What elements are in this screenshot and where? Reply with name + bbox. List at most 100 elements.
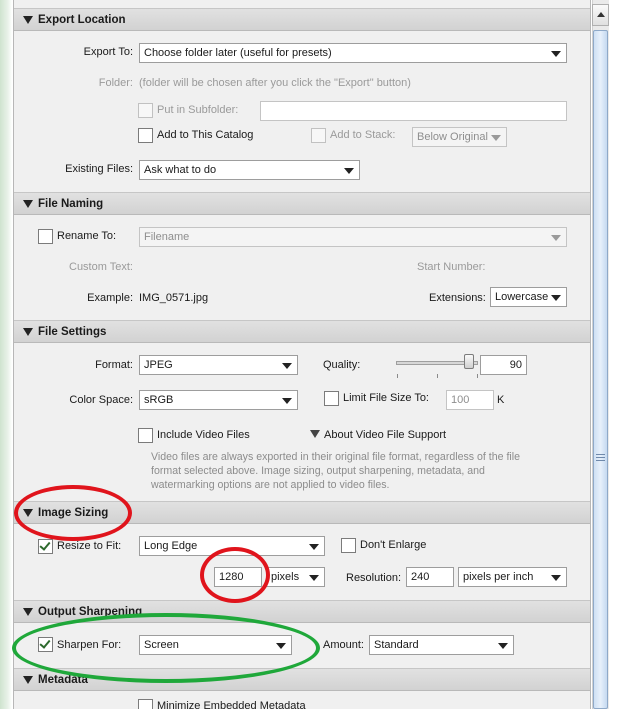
limit-file-size-input[interactable]: 100 [446, 390, 494, 410]
amount-select[interactable]: Standard [369, 635, 514, 655]
put-in-subfolder-checkbox[interactable] [138, 103, 153, 118]
add-to-catalog-checkbox[interactable] [138, 128, 153, 143]
limit-file-size-unit: K [497, 394, 505, 406]
section-title: Image Sizing [38, 507, 109, 519]
rename-template-select[interactable]: Filename [139, 227, 567, 247]
extensions-label: Extensions: [429, 292, 486, 304]
dropdown-arrow-icon [344, 168, 354, 174]
file-settings-header[interactable]: File Settings [14, 320, 590, 343]
scroll-up-button[interactable] [592, 4, 609, 26]
custom-text-label: Custom Text: [69, 261, 133, 273]
sharpen-for-select[interactable]: Screen [139, 635, 292, 655]
resize-mode-value: Long Edge [144, 540, 198, 552]
quality-slider-thumb[interactable] [464, 354, 474, 369]
dropdown-arrow-icon [282, 363, 292, 369]
folder-label: Folder: [98, 77, 133, 89]
format-label: Format: [95, 359, 133, 371]
amount-label: Amount: [323, 639, 364, 651]
sharpen-for-checkbox[interactable] [38, 637, 53, 652]
size-input[interactable]: 1280 [214, 567, 262, 587]
image-sizing-header[interactable]: Image Sizing [14, 501, 590, 524]
export-to-value: Choose folder later (useful for presets) [144, 47, 332, 59]
existing-files-select[interactable]: Ask what to do [139, 160, 360, 180]
resize-mode-select[interactable]: Long Edge [139, 536, 325, 556]
rename-template-value: Filename [144, 231, 190, 243]
export-to-label: Export To: [83, 46, 133, 58]
limit-file-size-checkbox[interactable] [324, 391, 339, 406]
about-video-support-toggle[interactable]: About Video File Support [324, 429, 446, 441]
slider-tick [397, 374, 398, 378]
slider-tick [437, 374, 438, 378]
extensions-select[interactable]: Lowercase [490, 287, 567, 307]
slider-tick [477, 374, 478, 378]
dropdown-arrow-icon [551, 575, 561, 581]
resolution-label: Resolution: [346, 572, 402, 584]
output-sharpening-header[interactable]: Output Sharpening [14, 600, 590, 623]
disclosure-triangle-icon [23, 328, 33, 336]
folder-value: (folder will be chosen after you click t… [139, 77, 411, 89]
stack-position-value: Below Original [417, 131, 488, 143]
resolution-input[interactable]: 240 [406, 567, 454, 587]
section-title: Export Location [38, 14, 126, 26]
export-settings-panel: Export Location Export To: Choose folder… [13, 0, 591, 709]
color-space-label: Color Space: [69, 394, 133, 406]
section-title: Metadata [38, 674, 88, 686]
dropdown-arrow-icon [491, 135, 501, 141]
scrollbar-thumb[interactable] [593, 30, 608, 709]
add-to-catalog-label: Add to This Catalog [157, 129, 254, 141]
video-files-note: Video files are always exported in their… [151, 451, 521, 491]
quality-label: Quality: [323, 359, 361, 371]
include-video-checkbox[interactable] [138, 428, 153, 443]
add-to-stack-checkbox[interactable] [311, 128, 326, 143]
start-number-label: Start Number: [417, 261, 486, 273]
scrollbar-grip [596, 457, 605, 458]
stack-position-select[interactable]: Below Original [412, 127, 507, 147]
add-to-stack-label: Add to Stack: [330, 129, 396, 141]
dont-enlarge-label: Don't Enlarge [360, 539, 427, 551]
dropdown-arrow-icon [309, 575, 319, 581]
dropdown-arrow-icon [551, 235, 561, 241]
minimize-metadata-label: Minimize Embedded Metadata [157, 700, 306, 709]
color-space-select[interactable]: sRGB [139, 390, 298, 410]
sharpen-for-value: Screen [144, 639, 179, 651]
disclosure-triangle-icon[interactable] [310, 430, 320, 438]
subfolder-input[interactable] [260, 101, 567, 121]
checkmark-icon [39, 637, 51, 649]
disclosure-triangle-icon [23, 676, 33, 684]
export-location-header[interactable]: Export Location [14, 8, 590, 31]
size-unit-select[interactable]: pixels [266, 567, 325, 587]
example-label: Example: [87, 292, 133, 304]
dont-enlarge-checkbox[interactable] [341, 538, 356, 553]
existing-files-label: Existing Files: [65, 163, 133, 175]
file-naming-header[interactable]: File Naming [14, 192, 590, 215]
scrollbar-grip [596, 460, 605, 461]
quality-input[interactable]: 90 [480, 355, 527, 375]
dropdown-arrow-icon [309, 544, 319, 550]
format-select[interactable]: JPEG [139, 355, 298, 375]
disclosure-triangle-icon [23, 200, 33, 208]
checkmark-icon [39, 539, 51, 551]
scroll-up-arrow-icon [597, 12, 605, 17]
minimize-metadata-checkbox[interactable] [138, 699, 153, 709]
section-title: Output Sharpening [38, 606, 143, 618]
dropdown-arrow-icon [551, 295, 561, 301]
export-to-select[interactable]: Choose folder later (useful for presets) [139, 43, 567, 63]
disclosure-triangle-icon [23, 608, 33, 616]
scrollbar-grip [596, 454, 605, 455]
limit-file-size-label: Limit File Size To: [343, 392, 429, 404]
resolution-unit-select[interactable]: pixels per inch [458, 567, 567, 587]
put-in-subfolder-label: Put in Subfolder: [157, 104, 239, 116]
color-space-value: sRGB [144, 394, 174, 406]
dropdown-arrow-icon [276, 643, 286, 649]
resolution-unit-value: pixels per inch [463, 571, 534, 583]
metadata-header[interactable]: Metadata [14, 668, 590, 691]
rename-to-checkbox[interactable] [38, 229, 53, 244]
dropdown-arrow-icon [498, 643, 508, 649]
resize-to-fit-checkbox[interactable] [38, 539, 53, 554]
dropdown-arrow-icon [282, 398, 292, 404]
disclosure-triangle-icon [23, 509, 33, 517]
include-video-label: Include Video Files [157, 429, 250, 441]
rename-to-label: Rename To: [57, 230, 117, 242]
amount-value: Standard [374, 639, 419, 651]
disclosure-triangle-icon [23, 16, 33, 24]
